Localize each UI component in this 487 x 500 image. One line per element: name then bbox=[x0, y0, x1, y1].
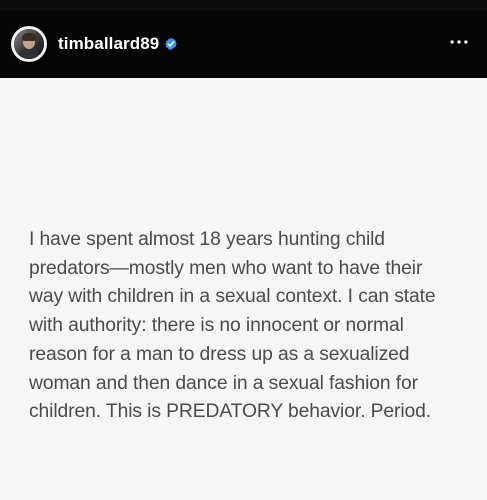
verified-badge-icon bbox=[165, 37, 177, 51]
status-strip bbox=[0, 0, 487, 11]
post-text: I have spent almost 18 years hunting chi… bbox=[29, 229, 436, 423]
profile-avatar-button[interactable] bbox=[11, 26, 47, 62]
profile-avatar-icon bbox=[14, 29, 44, 59]
avatar-shirt bbox=[18, 49, 40, 59]
profile-username[interactable]: timballard89 bbox=[58, 34, 159, 54]
more-options-icon[interactable] bbox=[448, 31, 470, 53]
profile-header: timballard89 bbox=[0, 0, 487, 78]
post-content: I have spent almost 18 years hunting chi… bbox=[0, 78, 487, 500]
avatar-hair bbox=[22, 33, 36, 41]
